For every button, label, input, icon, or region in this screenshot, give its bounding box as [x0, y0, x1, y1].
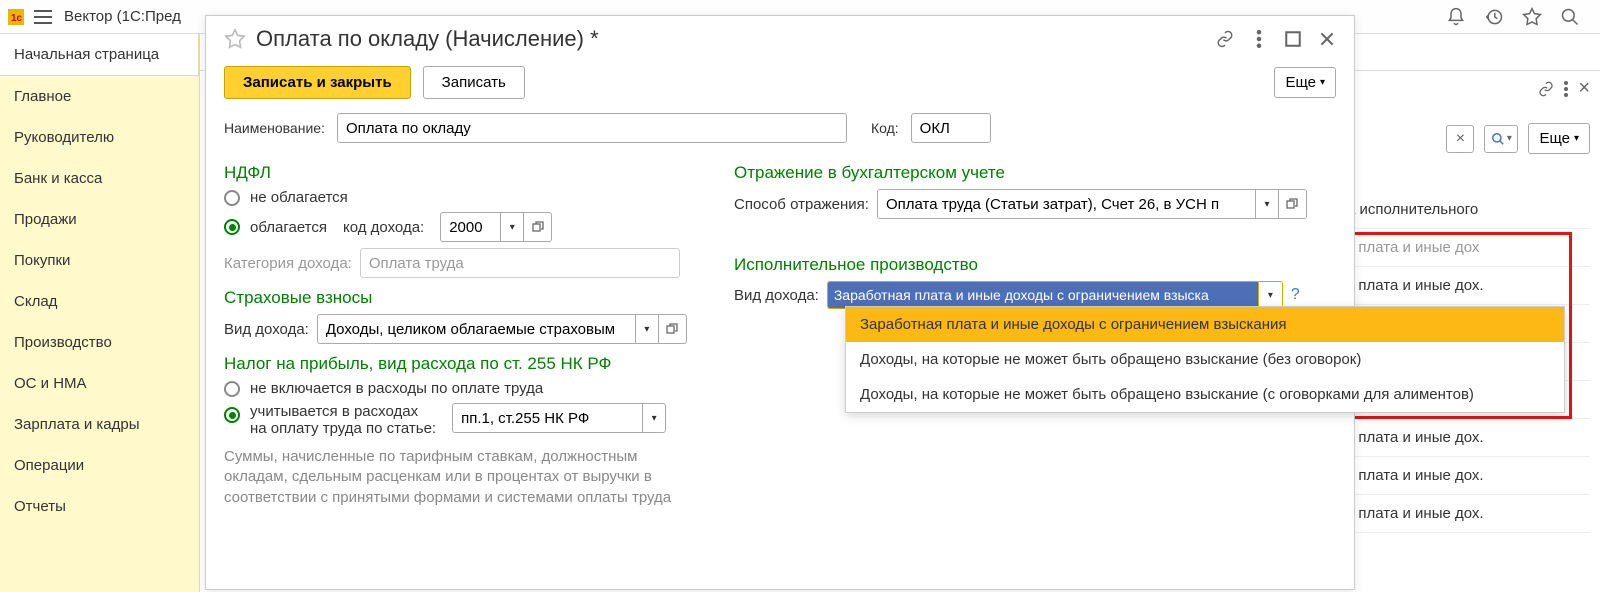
close-icon[interactable]: [1318, 30, 1336, 48]
save-button[interactable]: Записать: [423, 66, 525, 99]
save-close-button[interactable]: Записать и закрыть: [224, 66, 411, 99]
sidebar: Начальная страница Главное Руководителю …: [0, 34, 200, 592]
profit-note: Суммы, начисленные по тарифным ставкам, …: [224, 447, 704, 508]
accounting-method-input[interactable]: [877, 189, 1255, 219]
link-icon[interactable]: [1216, 30, 1234, 48]
accounting-method-open-icon[interactable]: [1279, 189, 1307, 219]
svg-text:1c: 1c: [11, 13, 23, 24]
sidebar-item-operations[interactable]: Операции: [0, 445, 199, 486]
search-icon[interactable]: [1560, 7, 1580, 27]
maximize-icon[interactable]: [1284, 30, 1302, 48]
profit-article-input[interactable]: [452, 403, 642, 433]
bg-close-button[interactable]: ×: [1578, 77, 1590, 100]
insurance-income-type-open-icon[interactable]: [659, 314, 687, 344]
sidebar-item-payroll[interactable]: Зарплата и кадры: [0, 404, 199, 445]
sidebar-home-tab[interactable]: Начальная страница: [0, 34, 199, 76]
bg-clear-button[interactable]: ×: [1446, 125, 1474, 153]
section-profit-tax: Налог на прибыль, вид расхода по ст. 255…: [224, 354, 704, 374]
top-right-icons: [1446, 0, 1580, 34]
name-label: Наименование:: [224, 120, 325, 136]
section-accounting: Отражение в бухгалтерском учете: [734, 163, 1336, 183]
exec-income-type-select[interactable]: Заработная плата и иные доходы с огранич…: [827, 281, 1259, 309]
radio-profit-include-label-1: учитывается в расходах: [250, 403, 436, 420]
income-code-dropdown[interactable]: ▾: [500, 212, 524, 242]
more-button[interactable]: Еще▾: [1274, 67, 1336, 98]
name-code-row: Наименование: Код:: [206, 107, 1354, 149]
radio-ndfl-taxed[interactable]: [224, 219, 240, 235]
bg-more-button[interactable]: Еще▾: [1528, 123, 1590, 154]
sidebar-item-warehouse[interactable]: Склад: [0, 281, 199, 322]
link-icon[interactable]: [1538, 81, 1554, 97]
accounting-method-dropdown[interactable]: ▾: [1255, 189, 1279, 219]
dialog-title: Оплата по окладу (Начисление) *: [256, 26, 1216, 52]
radio-ndfl-taxed-label: облагается: [250, 219, 327, 236]
kebab-icon[interactable]: [1564, 81, 1568, 97]
radio-ndfl-exempt-label: не облагается: [250, 189, 348, 206]
exec-income-type-dropdown[interactable]: ▾: [1259, 281, 1283, 309]
income-code-input[interactable]: [440, 212, 500, 242]
dialog-header: Оплата по окладу (Начисление) *: [206, 16, 1354, 58]
section-ndfl: НДФЛ: [224, 163, 704, 183]
sidebar-item-purchases[interactable]: Покупки: [0, 240, 199, 281]
sidebar-item-bank[interactable]: Банк и касса: [0, 158, 199, 199]
section-exec: Исполнительное производство: [734, 255, 1336, 275]
accounting-method-label: Способ отражения:: [734, 196, 869, 213]
history-icon[interactable]: [1484, 7, 1504, 27]
dropdown-option[interactable]: Доходы, на которые не может быть обращен…: [846, 342, 1564, 377]
bg-search-button[interactable]: ▾: [1484, 125, 1518, 153]
bg-panel-toolbar: × ▾ Еще▾: [1446, 123, 1590, 154]
help-icon[interactable]: ?: [1291, 286, 1300, 304]
income-category-label: Категория дохода:: [224, 255, 352, 272]
favorite-star-icon[interactable]: [224, 28, 246, 50]
code-label: Код:: [871, 120, 899, 136]
app-title: Вектор (1С:Пред: [64, 8, 181, 25]
menu-icon[interactable]: [34, 10, 52, 24]
sidebar-item-main[interactable]: Главное: [0, 76, 199, 117]
insurance-income-type-input[interactable]: [317, 314, 635, 344]
code-input[interactable]: [911, 113, 991, 143]
sidebar-item-reports[interactable]: Отчеты: [0, 486, 199, 527]
app-logo-icon: 1c: [8, 9, 24, 25]
star-icon[interactable]: [1522, 7, 1542, 27]
dialog-toolbar: Записать и закрыть Записать Еще▾: [206, 58, 1354, 107]
income-category-input[interactable]: [360, 248, 680, 278]
income-code-open-icon[interactable]: [524, 212, 552, 242]
kebab-icon[interactable]: [1250, 30, 1268, 48]
exec-income-type-dropdown-list: Заработная плата и иные доходы с огранич…: [845, 306, 1565, 413]
sidebar-item-production[interactable]: Производство: [0, 322, 199, 363]
bell-icon[interactable]: [1446, 7, 1466, 27]
radio-profit-include-label-2: на оплату труда по статье:: [250, 420, 436, 437]
radio-profit-exclude[interactable]: [224, 381, 240, 397]
dropdown-option[interactable]: Заработная плата и иные доходы с огранич…: [846, 307, 1564, 342]
dropdown-option[interactable]: Доходы, на которые не может быть обращен…: [846, 377, 1564, 412]
radio-profit-include[interactable]: [224, 407, 240, 423]
accrual-dialog: Оплата по окладу (Начисление) * Записать…: [205, 15, 1355, 590]
sidebar-item-assets[interactable]: ОС и НМА: [0, 363, 199, 404]
radio-profit-exclude-label: не включается в расходы по оплате труда: [250, 380, 543, 397]
profit-article-dropdown[interactable]: ▾: [642, 403, 666, 433]
insurance-income-type-label: Вид дохода:: [224, 321, 309, 338]
bg-panel-head-icons: ×: [1538, 77, 1590, 100]
radio-ndfl-exempt[interactable]: [224, 190, 240, 206]
name-input[interactable]: [337, 113, 847, 143]
sidebar-item-sales[interactable]: Продажи: [0, 199, 199, 240]
exec-income-type-label: Вид дохода:: [734, 287, 819, 304]
insurance-income-type-dropdown[interactable]: ▾: [635, 314, 659, 344]
section-insurance: Страховые взносы: [224, 288, 704, 308]
sidebar-item-manager[interactable]: Руководителю: [0, 117, 199, 158]
income-code-label: код дохода:: [343, 219, 424, 236]
